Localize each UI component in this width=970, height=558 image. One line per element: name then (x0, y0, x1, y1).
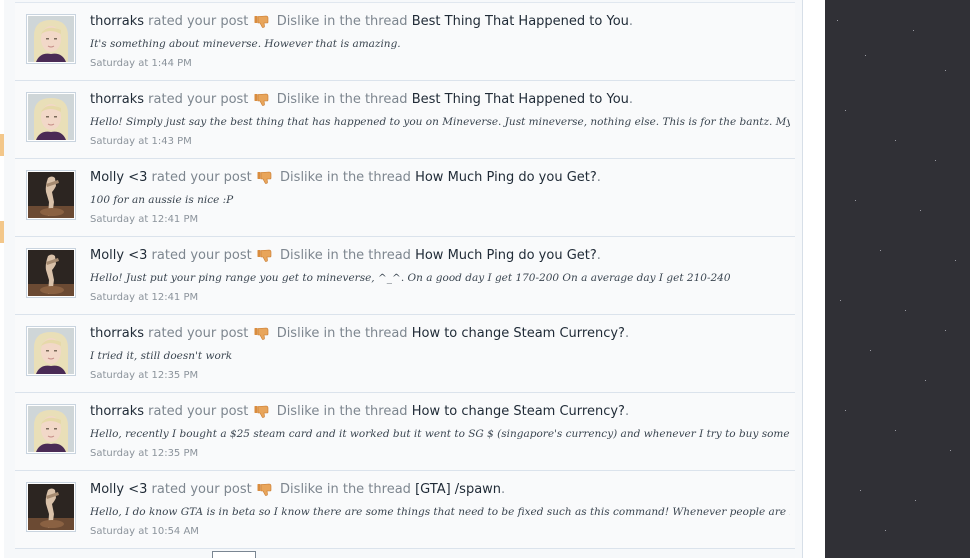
speckle (870, 350, 871, 351)
post-snippet: Hello, I do know GTA is in beta so I kno… (90, 506, 790, 518)
speckle (855, 200, 856, 201)
speckle (945, 70, 946, 71)
speckle (845, 110, 846, 111)
rated-your-post-text: rated your post (148, 326, 249, 341)
alert-text: thorraks rated your post Dislike in the … (90, 92, 633, 110)
post-snippet: Hello! Simply just say the best thing th… (90, 116, 790, 128)
alert-item: thorraks rated your post Dislike in the … (15, 393, 795, 471)
rated-your-post-text: rated your post (151, 248, 252, 263)
speckle (950, 450, 951, 451)
speckle (895, 140, 896, 141)
timestamp: Saturday at 12:35 PM (90, 448, 199, 459)
username[interactable]: thorraks (90, 326, 144, 341)
alert-text: thorraks rated your post Dislike in the … (90, 404, 629, 422)
avatar[interactable] (26, 482, 76, 532)
username[interactable]: thorraks (90, 92, 144, 107)
speckle (920, 210, 921, 211)
speckle (895, 430, 896, 431)
speckle (880, 250, 881, 251)
speckle (913, 30, 914, 31)
avatar[interactable] (26, 326, 76, 376)
speckle (915, 500, 916, 501)
thumbs-down-icon (254, 93, 271, 110)
thread-title-link[interactable]: How to change Steam Currency? (412, 404, 625, 419)
avatar[interactable] (26, 92, 76, 142)
rated-your-post-text: rated your post (151, 482, 252, 497)
thumbs-down-icon (254, 15, 271, 32)
speckle (845, 410, 846, 411)
alert-text: thorraks rated your post Dislike in the … (90, 326, 629, 344)
post-snippet: 100 for an aussie is nice :P (90, 194, 234, 206)
timestamp: Saturday at 12:41 PM (90, 292, 199, 303)
avatar[interactable] (26, 170, 76, 220)
thread-title-link[interactable]: Best Thing That Happened to You (412, 14, 629, 29)
speckle (885, 530, 886, 531)
rated-your-post-text: rated your post (151, 170, 252, 185)
thread-title-link[interactable]: [GTA] /spawn (415, 482, 501, 497)
alert-item: thorraks rated your post Dislike in the … (15, 3, 795, 81)
post-snippet: Hello, recently I bought a $25 steam car… (90, 428, 790, 440)
dislike-in-the-thread-text: Dislike in the thread (276, 14, 408, 29)
username[interactable]: thorraks (90, 14, 144, 29)
alert-text: Molly <3 rated your post Dislike in the … (90, 248, 601, 266)
rated-your-post-text: rated your post (148, 92, 249, 107)
alert-item: thorraks rated your post Dislike in the … (15, 315, 795, 393)
alert-item: Molly <3 rated your post Dislike in the … (15, 237, 795, 315)
username[interactable]: Molly <3 (90, 170, 147, 185)
alert-item: Molly <3 rated your post Dislike in the … (15, 471, 795, 549)
alerts-list: thorraks rated your post Dislike in the … (15, 2, 795, 549)
thumbs-down-icon (257, 249, 274, 266)
post-snippet: It's something about mineverse. However … (90, 38, 401, 50)
alert-item: thorraks rated your post Dislike in the … (15, 81, 795, 159)
alert-item: Molly <3 rated your post Dislike in the … (15, 159, 795, 237)
username[interactable]: Molly <3 (90, 482, 147, 497)
speckle (945, 330, 946, 331)
more-button[interactable] (212, 551, 256, 558)
rated-your-post-text: rated your post (148, 404, 249, 419)
speckle (905, 310, 906, 311)
alert-text: Molly <3 rated your post Dislike in the … (90, 482, 505, 500)
alerts-panel: thorraks rated your post Dislike in the … (4, 0, 803, 558)
timestamp: Saturday at 1:44 PM (90, 58, 192, 69)
thread-title-link[interactable]: How to change Steam Currency? (412, 326, 625, 341)
speckle (935, 160, 936, 161)
timestamp: Saturday at 10:54 AM (90, 526, 199, 537)
dislike-in-the-thread-text: Dislike in the thread (280, 170, 411, 185)
post-snippet: I tried it, still doesn't work (90, 350, 233, 362)
alert-text: thorraks rated your post Dislike in the … (90, 14, 633, 32)
thread-title-link[interactable]: How Much Ping do you Get? (415, 170, 597, 185)
speckle (865, 55, 866, 56)
thumbs-down-icon (257, 483, 274, 500)
avatar[interactable] (26, 248, 76, 298)
thumbs-down-icon (254, 327, 271, 344)
background-backdrop (825, 0, 970, 558)
dislike-in-the-thread-text: Dislike in the thread (276, 404, 408, 419)
username[interactable]: thorraks (90, 404, 144, 419)
dislike-in-the-thread-text: Dislike in the thread (276, 92, 408, 107)
dislike-in-the-thread-text: Dislike in the thread (280, 248, 411, 263)
timestamp: Saturday at 1:43 PM (90, 136, 192, 147)
timestamp: Saturday at 12:35 PM (90, 370, 199, 381)
dislike-in-the-thread-text: Dislike in the thread (280, 482, 411, 497)
rated-your-post-text: rated your post (148, 14, 249, 29)
thumbs-down-icon (254, 405, 271, 422)
alert-text: Molly <3 rated your post Dislike in the … (90, 170, 601, 188)
thread-title-link[interactable]: Best Thing That Happened to You (412, 92, 629, 107)
thumbs-down-icon (257, 171, 274, 188)
speckle (925, 380, 926, 381)
username[interactable]: Molly <3 (90, 248, 147, 263)
avatar[interactable] (26, 14, 76, 64)
speckle (837, 20, 838, 21)
speckle (955, 260, 956, 261)
timestamp: Saturday at 12:41 PM (90, 214, 199, 225)
dislike-in-the-thread-text: Dislike in the thread (276, 326, 408, 341)
thread-title-link[interactable]: How Much Ping do you Get? (415, 248, 597, 263)
avatar[interactable] (26, 404, 76, 454)
speckle (860, 490, 861, 491)
speckle (840, 300, 841, 301)
post-snippet: Hello! Just put your ping range you get … (90, 272, 731, 284)
